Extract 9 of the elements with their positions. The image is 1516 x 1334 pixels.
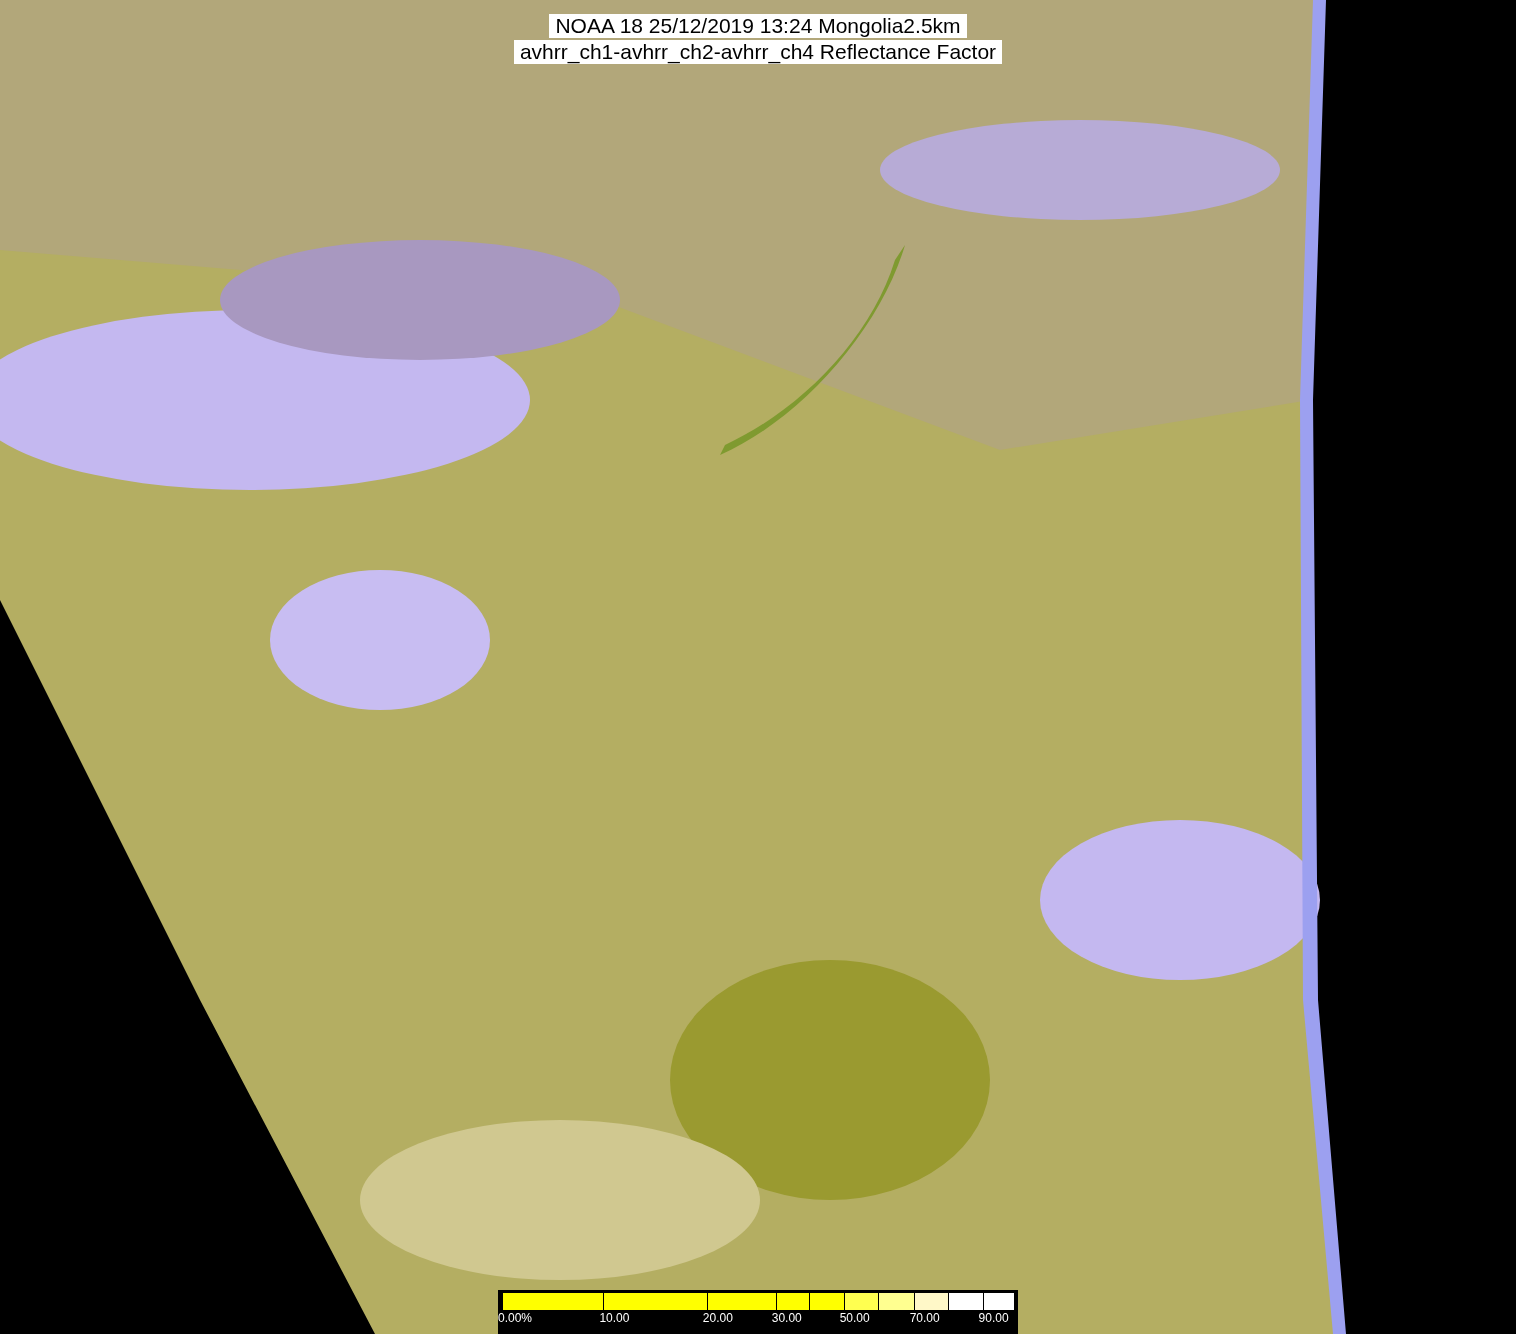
legend-label: 90.00 — [978, 1311, 1009, 1325]
legend-label: 10.00 — [599, 1311, 630, 1325]
legend-label: 30.00 — [771, 1311, 802, 1325]
legend-label: 70.00 — [909, 1311, 940, 1325]
legend-label: 0.00% — [498, 1311, 533, 1325]
legend-label: 20.00 — [702, 1311, 733, 1325]
legend-label: 50.00 — [839, 1311, 870, 1325]
map-subtitle: avhrr_ch1-avhrr_ch2-avhrr_ch4 Reflectance Factor — [513, 40, 1003, 64]
map-title: NOAA 18 25/12/2019 13:24 Mongolia2.5km — [549, 14, 967, 38]
